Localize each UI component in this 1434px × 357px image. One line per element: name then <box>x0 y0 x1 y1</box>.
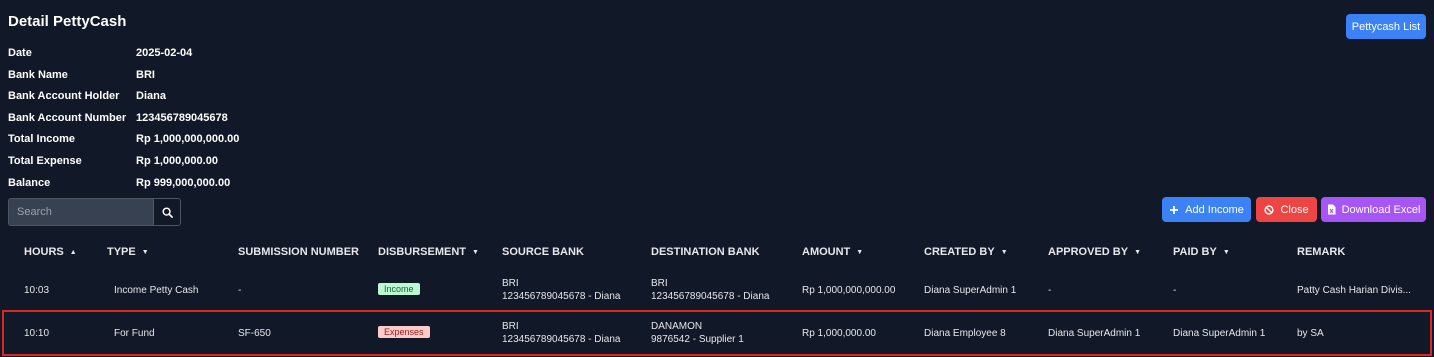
column-label: CREATED BY <box>924 246 995 258</box>
info-label: Date <box>8 47 32 59</box>
disbursement-badge: Income <box>378 283 420 295</box>
info-value: Rp 1,000,000,000.00 <box>136 133 240 145</box>
column-header-created-by[interactable]: CREATED BY ▼ <box>924 246 1008 258</box>
close-button[interactable]: Close <box>1256 197 1317 222</box>
sort-down-icon: ▼ <box>1222 248 1230 256</box>
column-label: SOURCE BANK <box>502 246 584 258</box>
column-header-submission: SUBMISSION NUMBER <box>238 246 359 258</box>
row-highlight-box <box>2 310 1432 356</box>
add-income-button[interactable]: Add Income <box>1162 197 1251 222</box>
info-label: Total Income <box>8 133 76 145</box>
cell-remark: Patty Cash Harian Divis... <box>1297 285 1411 296</box>
search-input[interactable] <box>8 198 153 226</box>
column-label: TYPE <box>107 246 136 258</box>
cell-dest-account: 123456789045678 - Diana <box>651 291 770 302</box>
column-label: DISBURSEMENT <box>378 246 467 258</box>
sort-down-icon: ▼ <box>472 248 479 256</box>
cell-dest-bank: BRI <box>651 278 668 289</box>
download-excel-label: Download Excel <box>1341 203 1421 216</box>
search-button[interactable] <box>153 198 181 226</box>
column-label: HOURS <box>24 246 64 258</box>
info-label: Bank Account Holder <box>8 90 120 102</box>
column-label: SUBMISSION NUMBER <box>238 246 360 258</box>
sort-up-icon: ▲ <box>69 248 77 256</box>
info-value: 2025-02-04 <box>136 47 193 59</box>
pettycash-list-label: Pettycash List <box>1351 20 1421 33</box>
cell-approved-by: - <box>1048 285 1052 296</box>
search-icon <box>161 206 173 218</box>
info-label: Balance <box>8 177 51 189</box>
info-label: Total Expense <box>8 155 82 167</box>
column-label: AMOUNT <box>802 246 851 258</box>
file-excel-icon <box>1327 204 1336 215</box>
cell-paid-by: - <box>1173 285 1177 296</box>
info-value: Diana <box>136 90 166 102</box>
add-income-label: Add Income <box>1185 203 1244 216</box>
info-value: Rp 1,000,000.00 <box>136 155 218 167</box>
info-value: Rp 999,000,000.00 <box>136 177 231 189</box>
column-header-disbursement[interactable]: DISBURSEMENT ▼ <box>378 246 479 258</box>
info-label: Bank Account Number <box>8 112 127 124</box>
sort-down-icon: ▼ <box>1000 248 1008 256</box>
sort-down-icon: ▼ <box>856 248 864 256</box>
sort-down-icon: ▼ <box>1134 248 1142 256</box>
cell-type: Income Petty Cash <box>114 285 199 296</box>
column-label: REMARK <box>1297 246 1346 258</box>
column-header-destination-bank: DESTINATION BANK <box>651 246 760 258</box>
cell-source-bank: BRI <box>502 278 519 289</box>
download-excel-button[interactable]: Download Excel <box>1321 197 1426 222</box>
cell-amount: Rp 1,000,000,000.00 <box>802 285 896 296</box>
column-header-amount[interactable]: AMOUNT ▼ <box>802 246 863 258</box>
ban-icon <box>1264 204 1275 215</box>
column-label: PAID BY <box>1173 246 1217 258</box>
cell-created-by: Diana SuperAdmin 1 <box>924 285 1017 296</box>
cell-submission: - <box>238 285 242 296</box>
search-bar <box>8 198 181 226</box>
plus-icon <box>1170 205 1179 214</box>
column-label: APPROVED BY <box>1048 246 1129 258</box>
column-label: DESTINATION BANK <box>651 246 760 258</box>
column-header-hours[interactable]: HOURS ▲ <box>24 246 77 258</box>
column-header-source-bank: SOURCE BANK <box>502 246 584 258</box>
pettycash-list-button[interactable]: Pettycash List <box>1346 14 1426 39</box>
column-header-type[interactable]: TYPE ▼ <box>107 246 149 258</box>
cell-source-account: 123456789045678 - Diana <box>502 291 621 302</box>
column-header-approved-by[interactable]: APPROVED BY ▼ <box>1048 246 1141 258</box>
info-value: 123456789045678 <box>136 112 228 124</box>
column-header-remark: REMARK <box>1297 246 1345 258</box>
info-value: BRI <box>136 69 155 81</box>
sort-down-icon: ▼ <box>141 248 149 256</box>
page-title: Detail PettyCash <box>8 13 127 30</box>
table-row[interactable]: 10:03 Income Petty Cash - Income BRI 123… <box>0 270 1434 310</box>
column-header-paid-by[interactable]: PAID BY ▼ <box>1173 246 1230 258</box>
info-label: Bank Name <box>8 69 68 81</box>
cell-hours: 10:03 <box>24 285 50 296</box>
close-label: Close <box>1280 203 1309 216</box>
